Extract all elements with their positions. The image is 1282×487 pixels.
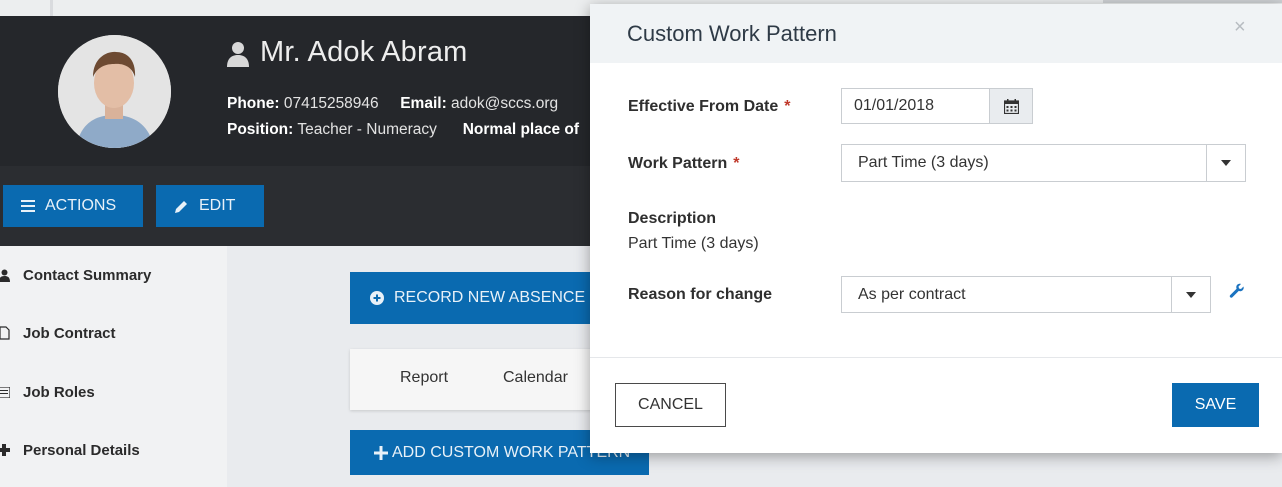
position-label: Position:: [227, 121, 294, 138]
sidebar: Contact Summary Job Contract Job Roles P…: [0, 246, 227, 487]
tab-calendar[interactable]: Calendar: [503, 369, 568, 387]
view-tabs: Report Calendar: [350, 349, 595, 410]
menu-icon: [21, 200, 35, 212]
document-icon: [0, 326, 14, 340]
employee-name: Mr. Adok Abram: [260, 36, 468, 68]
actions-label: ACTIONS: [45, 197, 117, 214]
custom-work-pattern-modal: Custom Work Pattern × Effective From Dat…: [590, 4, 1282, 453]
work-pattern-select[interactable]: Part Time (3 days): [841, 144, 1246, 182]
save-button[interactable]: SAVE: [1172, 383, 1259, 427]
work-pattern-label: Work Pattern *: [628, 155, 740, 173]
position-value: Teacher - Numeracy: [297, 121, 437, 138]
sidebar-item-label: Contact Summary: [23, 266, 152, 284]
sidebar-item-label: Personal Details: [23, 441, 140, 459]
caret-down-icon: [1186, 291, 1196, 298]
place-label: Normal place of: [462, 121, 580, 138]
sidebar-item-job-contract[interactable]: Job Contract: [0, 304, 227, 362]
caret-down-icon: [1221, 160, 1231, 166]
work-pattern-label-text: Work Pattern: [628, 155, 728, 172]
sidebar-item-personal-details[interactable]: Personal Details: [0, 421, 227, 479]
sidebar-item-job-roles[interactable]: Job Roles: [0, 363, 227, 421]
effective-date-label: Effective From Date *: [628, 98, 791, 116]
person-icon: [227, 41, 249, 72]
position-info: Position: Teacher - Numeracy Normal plac…: [227, 121, 579, 139]
tab-report[interactable]: Report: [400, 369, 448, 387]
pencil-icon: [174, 199, 189, 214]
list-icon: [0, 386, 14, 398]
modal-title: Custom Work Pattern: [627, 21, 837, 46]
person-icon: [0, 269, 14, 282]
dropdown-toggle[interactable]: [1171, 277, 1210, 312]
modal-header: Custom Work Pattern ×: [590, 4, 1282, 63]
email-value: adok@sccs.org: [451, 95, 559, 112]
divider: [1103, 0, 1282, 3]
work-pattern-value: Part Time (3 days): [858, 154, 989, 171]
sidebar-item-label: Job Roles: [23, 383, 95, 401]
description-value: Part Time (3 days): [628, 235, 759, 252]
reason-label: Reason for change: [628, 286, 773, 303]
phone-value: 07415258946: [283, 95, 379, 112]
plus-icon: [374, 445, 388, 460]
avatar: [58, 35, 171, 148]
contact-info: Phone: 07415258946 Email: adok@sccs.org: [227, 95, 558, 113]
description-label: Description: [628, 210, 717, 227]
effective-date-label-text: Effective From Date: [628, 98, 779, 115]
effective-date-input[interactable]: 01/01/2018: [841, 88, 989, 124]
wrench-icon[interactable]: [1229, 283, 1245, 304]
actions-button[interactable]: ACTIONS: [3, 185, 143, 227]
edit-label: EDIT: [199, 197, 236, 214]
email-label: Email:: [400, 95, 447, 112]
sidebar-item-contact-summary[interactable]: Contact Summary: [0, 246, 227, 304]
required-marker: *: [733, 155, 740, 172]
calendar-icon: [1003, 98, 1019, 114]
plus-circle-icon: [370, 291, 384, 305]
cancel-button[interactable]: CANCEL: [615, 383, 726, 427]
sidebar-item-label: Job Contract: [23, 324, 116, 342]
close-icon[interactable]: ×: [1234, 16, 1246, 39]
puzzle-icon: [0, 444, 14, 456]
reason-select[interactable]: As per contract: [841, 276, 1211, 313]
calendar-button[interactable]: [989, 88, 1033, 124]
divider: [590, 357, 1282, 358]
edit-button[interactable]: EDIT: [156, 185, 264, 227]
divider: [50, 0, 53, 16]
record-new-absence-button[interactable]: RECORD NEW ABSENCE: [350, 272, 595, 324]
avatar-photo: [58, 35, 171, 148]
record-absence-label: RECORD NEW ABSENCE: [394, 289, 586, 306]
reason-value: As per contract: [858, 285, 966, 303]
required-marker: *: [784, 98, 791, 115]
phone-label: Phone:: [227, 95, 280, 112]
dropdown-toggle[interactable]: [1206, 145, 1245, 181]
